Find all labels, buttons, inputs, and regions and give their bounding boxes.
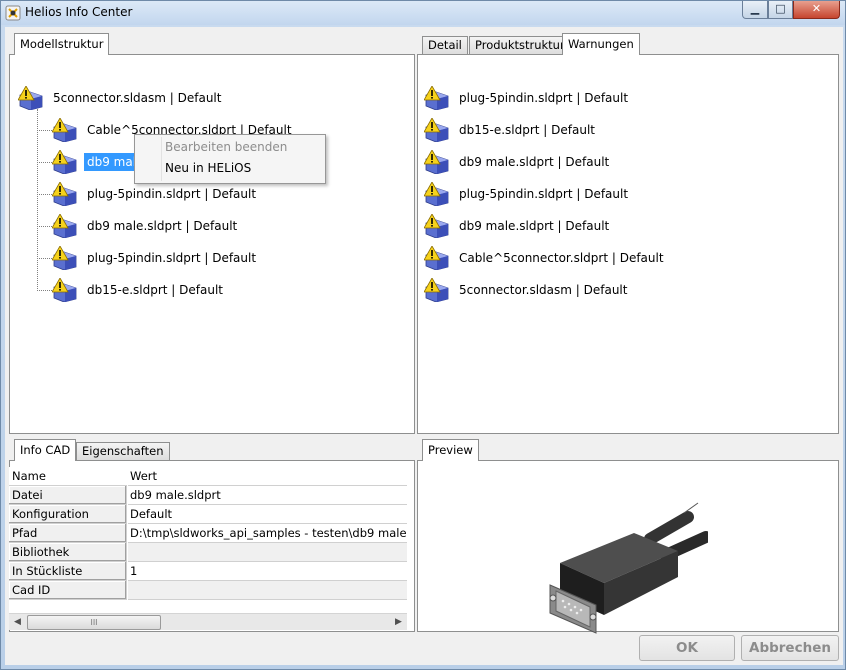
property-key: Cad ID [9, 581, 127, 600]
tab-eigenschaften[interactable]: Eigenschaften [76, 442, 170, 461]
tree-row-root[interactable]: 5connector.sldasm | Default [17, 85, 224, 111]
tab-produktstruktur[interactable]: Produktstruktur [469, 36, 571, 55]
tree-row-label: plug-5pindin.sldprt | Default [87, 187, 257, 201]
warning-part-icon [423, 181, 450, 207]
maximize-button[interactable]: □ [768, 1, 793, 19]
tree-row-item[interactable]: db9 male.sldprt | Default [51, 213, 240, 239]
app-icon [5, 5, 21, 21]
context-menu-gutter [161, 137, 162, 181]
property-key: Pfad [9, 524, 127, 543]
tree-row-item[interactable]: plug-5pindin.sldprt | Default [51, 181, 259, 207]
scroll-thumb[interactable]: III [27, 615, 161, 630]
close-button[interactable]: ✕ [793, 1, 840, 19]
tree-row-label: plug-5pindin.sldprt | Default [459, 91, 629, 105]
property-row[interactable]: Konfiguration Default [9, 505, 407, 524]
tree-row-warning[interactable]: plug-5pindin.sldprt | Default [423, 85, 631, 111]
scroll-left-arrow-icon[interactable]: ◀ [9, 615, 26, 630]
grid-header-value: Wert [128, 467, 407, 486]
tab-modellstruktur[interactable]: Modellstruktur [14, 33, 110, 55]
property-row[interactable]: Datei db9 male.sldprt [9, 486, 407, 505]
property-key: In Stückliste [9, 562, 127, 581]
tree-row-label: 5connector.sldasm | Default [459, 283, 628, 297]
tree-row-label: db15-e.sldprt | Default [87, 283, 224, 297]
tree-row-label: plug-5pindin.sldprt | Default [87, 251, 257, 265]
grid-header: Name Wert [9, 467, 407, 486]
tree-row-warning[interactable]: db9 male.sldprt | Default [423, 213, 612, 239]
tree-row-label: Cable^5connector.sldprt | Default [459, 251, 664, 265]
tree-row-item[interactable]: db15-e.sldprt | Default [51, 277, 226, 303]
context-menu-item[interactable]: Neu in HELiOS [165, 161, 251, 175]
tree-row-item[interactable]: plug-5pindin.sldprt | Default [51, 245, 259, 271]
ok-button[interactable]: OK [639, 635, 735, 661]
property-row[interactable]: Cad ID [9, 581, 407, 600]
tree-row-label: db9 male.sldprt | Default [459, 155, 610, 169]
window-title: Helios Info Center [25, 5, 133, 19]
tree-row-label: db9 male.sldprt | Default [87, 219, 238, 233]
warning-part-icon [51, 117, 78, 143]
tree-connector-line [37, 109, 38, 289]
context-menu-item[interactable]: Bearbeiten beenden [165, 140, 287, 154]
warnings-pane: plug-5pindin.sldprt | Default db15-e.sldp… [417, 54, 839, 434]
property-row[interactable]: In Stückliste 1 [9, 562, 407, 581]
title-bar[interactable]: Helios Info Center ▁ □ ✕ [1, 1, 845, 25]
warning-part-icon [51, 245, 78, 271]
info-tabstrip: Info CAD Eigenschaften [11, 439, 415, 461]
warning-part-icon [423, 277, 450, 303]
tab-warnungen[interactable]: Warnungen [562, 33, 640, 55]
warning-part-icon [51, 277, 78, 303]
tree-row-warning[interactable]: 5connector.sldasm | Default [423, 277, 630, 303]
tree-row-label: db15-e.sldprt | Default [459, 123, 596, 137]
warning-part-icon [423, 117, 450, 143]
property-key: Konfiguration [9, 505, 127, 524]
warning-part-icon [423, 245, 450, 271]
property-value[interactable]: 1 [128, 562, 407, 581]
warning-part-icon [423, 213, 450, 239]
warning-part-icon [17, 85, 44, 111]
warning-part-icon [51, 181, 78, 207]
tab-preview[interactable]: Preview [422, 439, 479, 461]
property-value[interactable]: db9 male.sldprt [128, 486, 407, 505]
scroll-right-arrow-icon[interactable]: ▶ [390, 615, 407, 630]
property-value[interactable] [128, 543, 407, 562]
right-tabstrip: Detail Produktstruktur Warnungen [419, 33, 839, 55]
property-value[interactable]: D:\tmp\sldworks_api_samples - testen\db9… [128, 524, 407, 543]
property-row[interactable]: Pfad D:\tmp\sldworks_api_samples - testen… [9, 524, 407, 543]
property-key: Datei [9, 486, 127, 505]
tree-row-label: db9 male.sldprt | Default [459, 219, 610, 233]
tree-row-warning[interactable]: db15-e.sldprt | Default [423, 117, 598, 143]
tree-row-label: plug-5pindin.sldprt | Default [459, 187, 629, 201]
warning-part-icon [423, 149, 450, 175]
property-value[interactable]: Default [128, 505, 407, 524]
tree-row-label: 5connector.sldasm | Default [53, 91, 222, 105]
warning-part-icon [51, 149, 78, 175]
model-tree-pane: 5connector.sldasm | Default Cable^5connec… [9, 54, 415, 434]
model-tabstrip: Modellstruktur [11, 33, 415, 55]
tab-detail[interactable]: Detail [422, 36, 468, 55]
property-value[interactable] [128, 581, 407, 600]
warning-part-icon [51, 213, 78, 239]
client-area: Modellstruktur 5connector.sldasm | Defau… [5, 27, 843, 665]
property-key: Bibliothek [9, 543, 127, 562]
property-grid: Name Wert Datei db9 male.sldprt Konfigurat… [9, 467, 407, 630]
minimize-button[interactable]: ▁ [742, 1, 768, 19]
preview-pane [417, 460, 839, 634]
tree-row-warning[interactable]: db9 male.sldprt | Default [423, 149, 612, 175]
context-menu: Bearbeiten beenden Neu in HELiOS [134, 134, 326, 184]
connector-preview-image [549, 502, 708, 634]
main-window: Helios Info Center ▁ □ ✕ Modellstruktur … [0, 0, 846, 670]
property-row[interactable]: Bibliothek [9, 543, 407, 562]
cancel-button[interactable]: Abbrechen [741, 635, 839, 661]
tab-info-cad[interactable]: Info CAD [14, 439, 77, 461]
horizontal-scrollbar[interactable]: ◀ III ▶ [9, 613, 407, 630]
tree-row-warning[interactable]: Cable^5connector.sldprt | Default [423, 245, 667, 271]
preview-tabstrip: Preview [419, 439, 839, 461]
grid-header-name: Name [9, 467, 127, 486]
warning-part-icon [423, 85, 450, 111]
tree-row-warning[interactable]: plug-5pindin.sldprt | Default [423, 181, 631, 207]
